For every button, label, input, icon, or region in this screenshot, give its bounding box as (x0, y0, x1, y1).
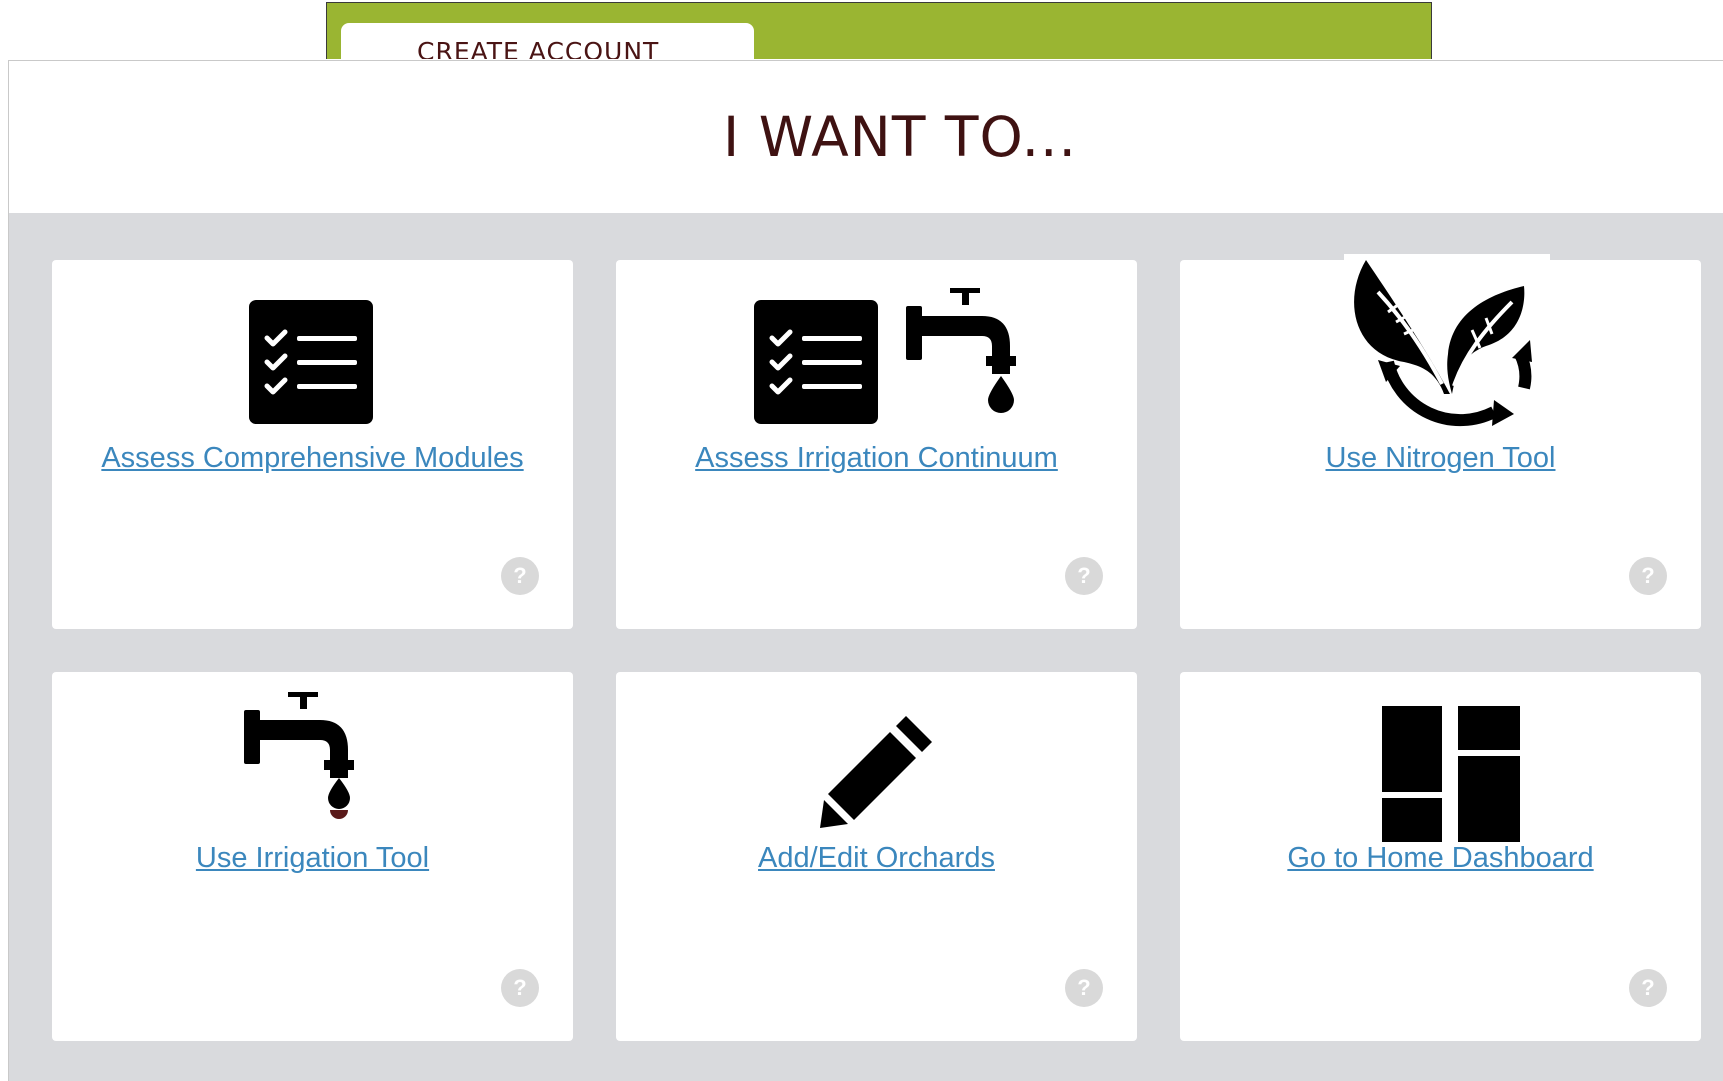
pencil-icon (820, 716, 932, 828)
nitrogen-tool-link[interactable]: Use Nitrogen Tool (1200, 432, 1681, 484)
modal-header: I WANT TO... (9, 61, 1723, 213)
help-icon[interactable]: ? (501, 557, 539, 595)
help-icon[interactable]: ? (1629, 969, 1667, 1007)
leaf-cycle-icon (1344, 254, 1550, 432)
action-modal: I WANT TO... Assess Comprehensive Module… (8, 60, 1723, 1081)
help-icon[interactable]: ? (1065, 969, 1103, 1007)
home-dashboard-link[interactable]: Go to Home Dashboard (1200, 832, 1681, 884)
modal-body: Assess Comprehensive Modules ? Assess Ir… (9, 213, 1723, 1081)
card-assess-comprehensive[interactable]: Assess Comprehensive Modules ? (52, 260, 573, 629)
checklist-icon (249, 300, 373, 424)
help-icon[interactable]: ? (1629, 557, 1667, 595)
card-assess-irrigation[interactable]: Assess Irrigation Continuum ? (616, 260, 1137, 629)
card-irrigation-tool[interactable]: Use Irrigation Tool ? (52, 672, 573, 1041)
card-add-edit-orchards[interactable]: Add/Edit Orchards ? (616, 672, 1137, 1041)
checklist-icon (754, 300, 878, 424)
top-header-strip: CREATE ACCOUNT (326, 2, 1432, 59)
assess-irrigation-link[interactable]: Assess Irrigation Continuum (636, 432, 1117, 484)
faucet-icon (244, 692, 354, 819)
create-account-label: CREATE ACCOUNT (417, 37, 660, 59)
card-nitrogen-tool[interactable]: Use Nitrogen Tool ? (1180, 254, 1701, 629)
faucet-icon (906, 288, 1016, 413)
dashboard-icon (1382, 706, 1520, 842)
irrigation-tool-link[interactable]: Use Irrigation Tool (72, 832, 553, 884)
assess-comprehensive-link[interactable]: Assess Comprehensive Modules (72, 432, 553, 484)
help-icon[interactable]: ? (1065, 557, 1103, 595)
add-edit-orchards-link[interactable]: Add/Edit Orchards (636, 832, 1117, 884)
help-icon[interactable]: ? (501, 969, 539, 1007)
card-home-dashboard[interactable]: Go to Home Dashboard ? (1180, 672, 1701, 1041)
modal-title: I WANT TO... (722, 105, 1078, 169)
create-account-tab[interactable]: CREATE ACCOUNT (341, 23, 754, 59)
